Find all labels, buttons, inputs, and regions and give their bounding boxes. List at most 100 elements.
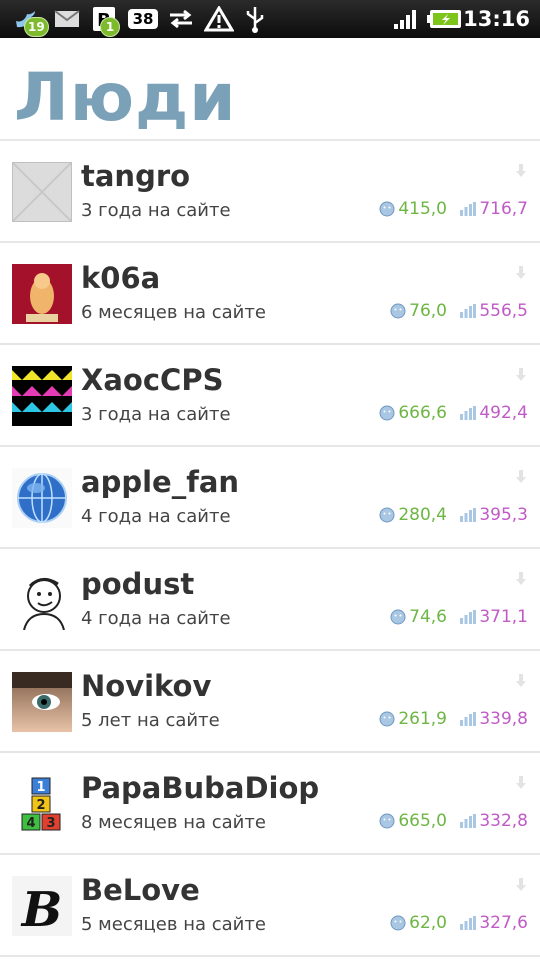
rating-label: 327,6 xyxy=(479,913,528,933)
karma-label: 76,0 xyxy=(409,301,447,321)
karma-icon xyxy=(379,813,395,829)
people-list: tangro 3 года на сайте 415,0 716,7 k06a … xyxy=(0,141,540,957)
arrow-down-icon[interactable] xyxy=(515,469,527,485)
avatar[interactable]: 1 2 4 3 xyxy=(12,774,72,834)
karma-icon xyxy=(379,405,395,421)
member-since: 5 лет на сайте xyxy=(81,710,220,731)
rating-bars-icon xyxy=(460,814,477,828)
arrow-down-icon[interactable] xyxy=(515,775,527,791)
karma-icon xyxy=(390,609,406,625)
karma-label: 415,0 xyxy=(398,199,447,219)
list-item[interactable]: tangro 3 года на сайте 415,0 716,7 xyxy=(0,141,540,243)
rating-value: 371,1 xyxy=(460,607,528,627)
arrow-down-icon[interactable] xyxy=(515,265,527,281)
rating-label: 492,4 xyxy=(479,403,528,423)
karma-icon xyxy=(379,711,395,727)
rating-value: 556,5 xyxy=(460,301,528,321)
avatar[interactable] xyxy=(12,468,72,528)
list-item[interactable]: B BeLove 5 месяцев на сайте 62,0 327,6 xyxy=(0,855,540,957)
list-item[interactable]: podust 4 года на сайте 74,6 371,1 xyxy=(0,549,540,651)
page-title: Люди xyxy=(14,59,237,136)
rating-value: 716,7 xyxy=(460,199,528,219)
member-since: 6 месяцев на сайте xyxy=(81,302,266,323)
karma-value: 665,0 xyxy=(379,811,447,831)
svg-text:4: 4 xyxy=(26,816,35,831)
rating-value: 327,6 xyxy=(460,913,528,933)
notification-badge: 19 xyxy=(24,17,49,37)
member-since: 3 года на сайте xyxy=(81,404,231,425)
list-item[interactable]: XaocCPS 3 года на сайте 666,6 492,4 xyxy=(0,345,540,447)
arrow-down-icon[interactable] xyxy=(515,877,527,893)
karma-value: 415,0 xyxy=(379,199,447,219)
rating-label: 339,8 xyxy=(479,709,528,729)
number-icon: 38 xyxy=(128,9,158,29)
arrow-down-icon[interactable] xyxy=(515,571,527,587)
rating-bars-icon xyxy=(460,916,477,930)
member-since: 3 года на сайте xyxy=(81,200,231,221)
avatar[interactable] xyxy=(12,264,72,324)
karma-icon xyxy=(390,303,406,319)
avatar[interactable] xyxy=(12,366,72,426)
karma-value: 76,0 xyxy=(390,301,447,321)
arrow-down-icon[interactable] xyxy=(515,163,527,179)
svg-text:2: 2 xyxy=(36,798,45,813)
list-item[interactable]: Novikov 5 лет на сайте 261,9 339,8 xyxy=(0,651,540,753)
avatar[interactable]: B xyxy=(12,876,72,936)
member-since: 4 года на сайте xyxy=(81,608,231,629)
avatar[interactable] xyxy=(12,570,72,630)
username[interactable]: XaocCPS xyxy=(81,363,223,397)
arrow-down-icon[interactable] xyxy=(515,367,527,383)
member-since: 8 месяцев на сайте xyxy=(81,812,266,833)
username[interactable]: PapaBubaDiop xyxy=(81,771,319,805)
list-item[interactable]: k06a 6 месяцев на сайте 76,0 556,5 xyxy=(0,243,540,345)
rating-label: 716,7 xyxy=(479,199,528,219)
svg-text:B: B xyxy=(20,882,63,936)
usb-icon xyxy=(242,4,268,34)
rating-bars-icon xyxy=(460,508,477,522)
rating-bars-icon xyxy=(460,610,477,624)
username[interactable]: apple_fan xyxy=(81,465,239,499)
username[interactable]: Novikov xyxy=(81,669,211,703)
rating-value: 492,4 xyxy=(460,403,528,423)
karma-label: 62,0 xyxy=(409,913,447,933)
rating-value: 339,8 xyxy=(460,709,528,729)
karma-label: 665,0 xyxy=(398,811,447,831)
karma-label: 666,6 xyxy=(398,403,447,423)
rating-label: 556,5 xyxy=(479,301,528,321)
username[interactable]: tangro xyxy=(81,159,190,193)
rating-value: 332,8 xyxy=(460,811,528,831)
avatar[interactable] xyxy=(12,672,72,732)
member-since: 5 месяцев на сайте xyxy=(81,914,266,935)
battery-icon xyxy=(426,4,464,34)
rating-bars-icon xyxy=(460,304,477,318)
karma-label: 280,4 xyxy=(398,505,447,525)
clock: 13:16 xyxy=(463,7,530,31)
arrow-down-icon[interactable] xyxy=(515,673,527,689)
rating-label: 371,1 xyxy=(479,607,528,627)
karma-label: 261,9 xyxy=(398,709,447,729)
avatar[interactable] xyxy=(12,162,72,222)
sync-icon xyxy=(166,4,196,34)
username[interactable]: k06a xyxy=(81,261,160,295)
svg-text:1: 1 xyxy=(36,780,45,795)
karma-value: 261,9 xyxy=(379,709,447,729)
karma-value: 74,6 xyxy=(390,607,447,627)
gmail-icon xyxy=(52,4,82,34)
karma-icon xyxy=(379,507,395,523)
warning-icon xyxy=(202,4,236,34)
karma-value: 666,6 xyxy=(379,403,447,423)
signal-icon xyxy=(392,4,420,34)
karma-label: 74,6 xyxy=(409,607,447,627)
member-since: 4 года на сайте xyxy=(81,506,231,527)
status-bar: 19 B 1 38 13:16 xyxy=(0,0,540,38)
svg-text:3: 3 xyxy=(46,816,55,831)
username[interactable]: BeLove xyxy=(81,873,200,907)
list-item[interactable]: 1 2 4 3 PapaBubaDiop 8 месяцев на сайте … xyxy=(0,753,540,855)
rating-bars-icon xyxy=(460,202,477,216)
karma-icon xyxy=(390,915,406,931)
rating-label: 395,3 xyxy=(479,505,528,525)
username[interactable]: podust xyxy=(81,567,194,601)
rating-value: 395,3 xyxy=(460,505,528,525)
rating-label: 332,8 xyxy=(479,811,528,831)
list-item[interactable]: apple_fan 4 года на сайте 280,4 395,3 xyxy=(0,447,540,549)
